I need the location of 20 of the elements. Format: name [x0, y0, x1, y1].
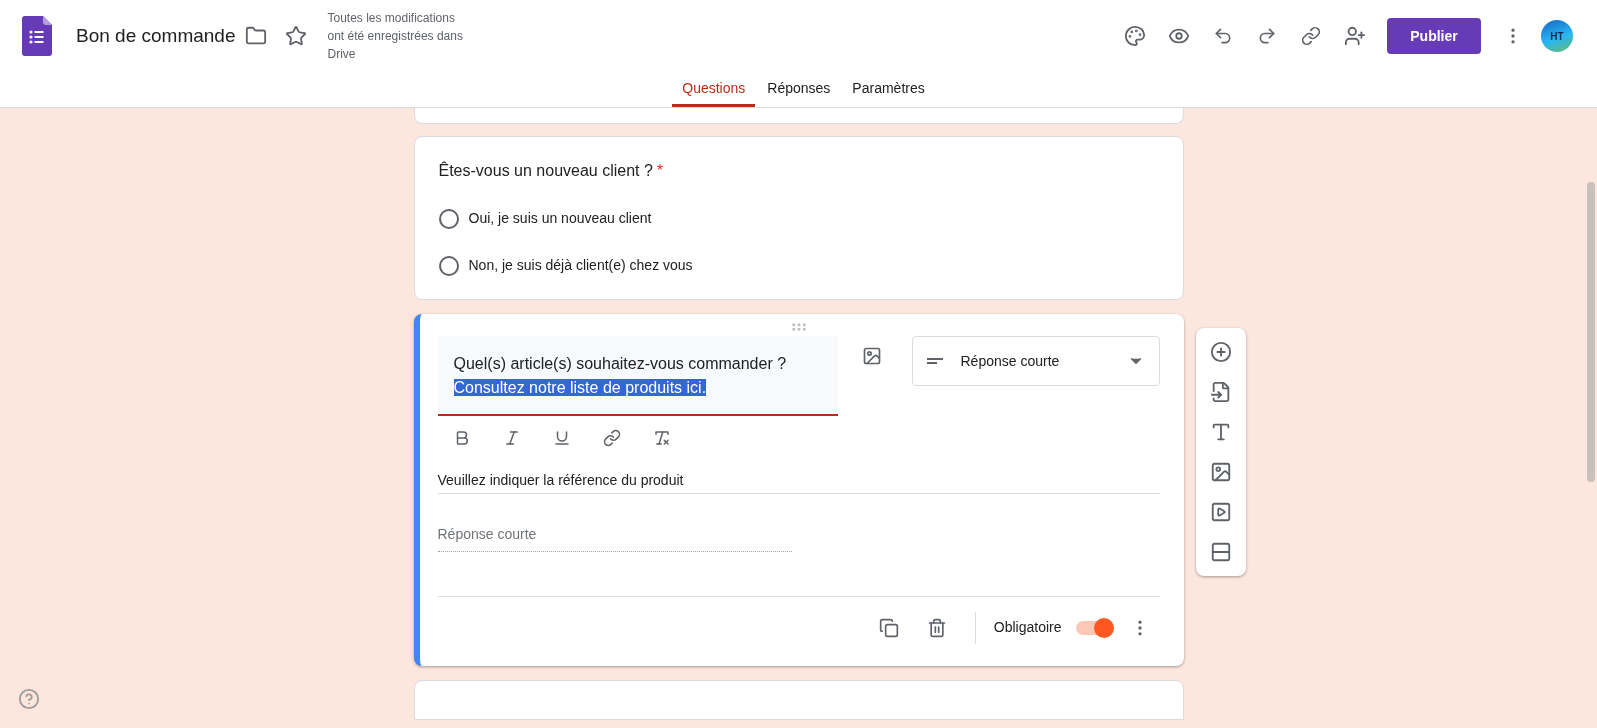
- question-title: Êtes-vous un nouveau client ?: [438, 160, 653, 181]
- required-label: Obligatoire: [993, 618, 1062, 637]
- question-title-field[interactable]: Quel(s) article(s) souhaitez-vous commander ? Consultez notre liste de produits ici.: [437, 336, 838, 416]
- short-answer-icon: [926, 358, 943, 364]
- tab[interactable]: Réponses: [757, 72, 841, 107]
- required-asterisk: *: [656, 161, 664, 181]
- required-toggle[interactable]: [1075, 620, 1112, 635]
- tab[interactable]: Paramètres: [842, 72, 935, 107]
- form-title[interactable]: Bon de commande: [76, 21, 236, 51]
- question-type-dropdown[interactable]: Réponse courte: [911, 336, 1160, 386]
- avatar[interactable]: HT: [1541, 20, 1573, 52]
- option-label: Oui, je suis un nouveau client: [468, 209, 652, 228]
- option-label: Non, je suis déjà client(e) chez vous: [468, 256, 693, 275]
- publish-button[interactable]: Publier: [1387, 18, 1481, 54]
- radio-button[interactable]: [438, 255, 459, 276]
- save-status: Toutes les modifications ont été enregistrées dans Drive: [327, 10, 464, 63]
- answer-field: Réponse courte: [437, 524, 792, 552]
- description-field[interactable]: Veuillez indiquer la référence du produit: [437, 470, 1160, 494]
- radio-button[interactable]: [438, 208, 459, 229]
- forms-logo-icon: [22, 16, 52, 56]
